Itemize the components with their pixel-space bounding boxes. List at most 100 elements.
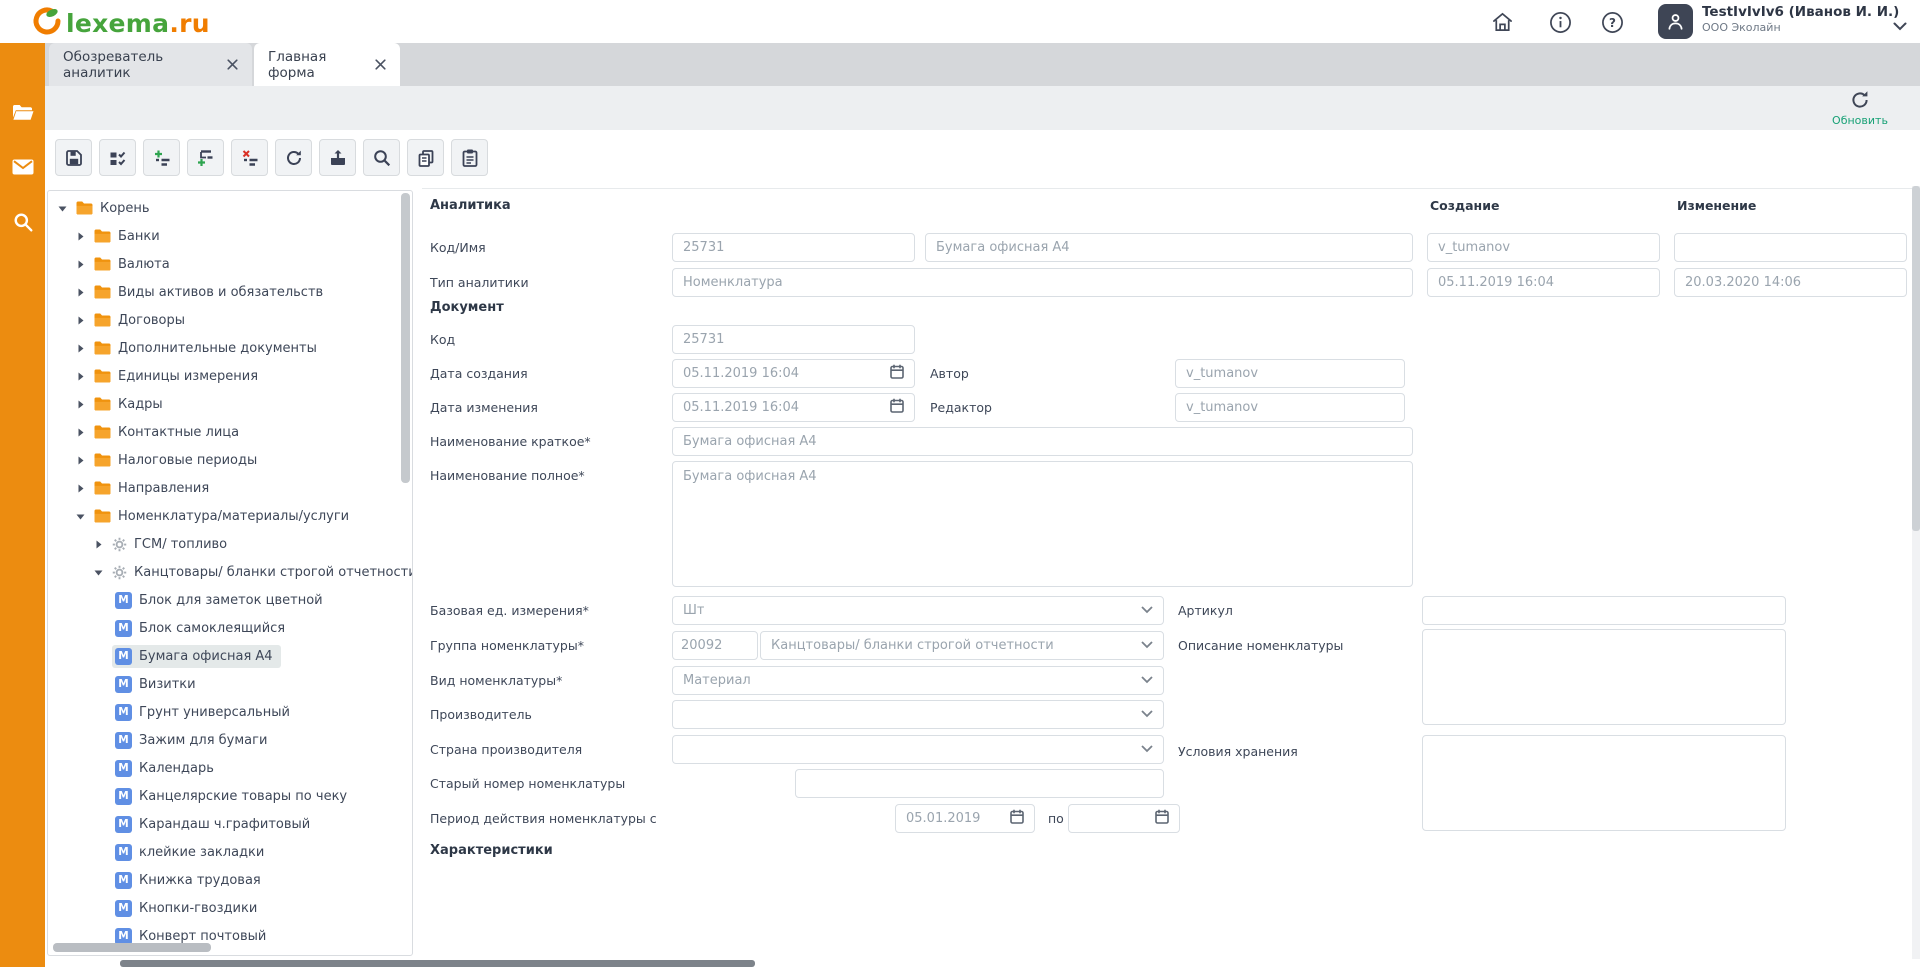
tree-item[interactable]: Кадры (48, 390, 400, 418)
date-created-input[interactable]: 05.11.2019 16:04 (672, 359, 915, 388)
form-vertical-scrollbar[interactable] (1912, 186, 1920, 959)
refresh-button[interactable] (275, 139, 312, 176)
chevron-collapsed-icon[interactable] (76, 288, 86, 297)
created-date-input[interactable]: 05.11.2019 16:04 (1427, 268, 1660, 297)
close-icon[interactable] (227, 59, 238, 70)
base-unit-select[interactable]: Шт (672, 596, 1164, 625)
tree-item[interactable]: МКарандаш ч.графитовый (48, 810, 400, 838)
info-icon[interactable] (1548, 10, 1572, 34)
select-elements-button[interactable] (99, 139, 136, 176)
page-horizontal-scrollbar[interactable] (120, 960, 755, 967)
tab-analytics-explorer[interactable]: Обозреватель аналитик (49, 43, 252, 86)
tree-item[interactable]: Направления (48, 474, 400, 502)
author-input[interactable]: v_tumanov (1175, 359, 1405, 388)
calendar-icon[interactable] (890, 398, 904, 417)
tab-main-form[interactable]: Главная форма (254, 43, 400, 86)
name-input[interactable]: Бумага офисная А4 (925, 233, 1413, 262)
lexema-logo[interactable]: lexema.ru (32, 6, 210, 40)
chevron-collapsed-icon[interactable] (76, 456, 86, 465)
tree-item[interactable]: МКнопки-гвоздики (48, 894, 400, 922)
analytics-type-input[interactable]: Номенклатура (672, 268, 1413, 297)
mail-icon[interactable] (11, 155, 35, 179)
user-avatar[interactable] (1658, 4, 1693, 39)
tree-item[interactable]: Корень (48, 194, 400, 222)
tree-item[interactable]: МБлок для заметок цветной (48, 586, 400, 614)
delete-element-button[interactable] (231, 139, 268, 176)
tree-item[interactable]: МКанцелярские товары по чеку (48, 782, 400, 810)
tree-item[interactable]: МБумага офисная А4 (48, 642, 400, 670)
chevron-collapsed-icon[interactable] (76, 260, 86, 269)
add-element-button[interactable] (143, 139, 180, 176)
import-button[interactable] (319, 139, 356, 176)
tree-item[interactable]: МБлок самоклеящийся (48, 614, 400, 642)
folder-icon (94, 257, 111, 271)
calendar-icon[interactable] (1155, 809, 1169, 828)
tree-horizontal-scrollbar[interactable] (53, 943, 211, 952)
tree-item[interactable]: Договоры (48, 306, 400, 334)
created-user-input[interactable]: v_tumanov (1427, 233, 1660, 262)
tree-item[interactable]: МЗажим для бумаги (48, 726, 400, 754)
storage-textarea[interactable] (1422, 735, 1786, 831)
help-icon[interactable]: ? (1600, 10, 1624, 34)
chevron-collapsed-icon[interactable] (76, 400, 86, 409)
tree-item[interactable]: МВизитки (48, 670, 400, 698)
chevron-collapsed-icon[interactable] (94, 540, 104, 549)
refresh-button[interactable]: Обновить (1822, 89, 1898, 127)
chevron-collapsed-icon[interactable] (76, 484, 86, 493)
country-select[interactable] (672, 735, 1164, 764)
home-icon[interactable] (1490, 10, 1514, 34)
group-select[interactable]: Канцтовары/ бланки строгой отчетности (760, 631, 1164, 660)
tree-item[interactable]: Валюта (48, 250, 400, 278)
search-button[interactable] (363, 139, 400, 176)
copy-button[interactable] (407, 139, 444, 176)
tree-item[interactable]: МКнижка трудовая (48, 866, 400, 894)
tree-item[interactable]: Номенклатура/материалы/услуги (48, 502, 400, 530)
old-number-input[interactable] (795, 769, 1164, 798)
chevron-collapsed-icon[interactable] (76, 232, 86, 241)
editor-input[interactable]: v_tumanov (1175, 393, 1405, 422)
paste-button[interactable] (451, 139, 488, 176)
modified-date-input[interactable]: 20.03.2020 14:06 (1674, 268, 1907, 297)
tree-item[interactable]: Контактные лица (48, 418, 400, 446)
tree-item[interactable]: Единицы измерения (48, 362, 400, 390)
group-code-input[interactable]: 20092 (672, 631, 758, 660)
user-menu[interactable]: TestIvIvIv6 (Иванов И. И.) ООО Эколайн (1702, 4, 1899, 35)
short-name-input[interactable]: Бумага офисная А4 (672, 427, 1413, 456)
article-input[interactable] (1422, 596, 1786, 625)
tree-item[interactable]: МГрунт универсальный (48, 698, 400, 726)
chevron-collapsed-icon[interactable] (76, 372, 86, 381)
chevron-expanded-icon[interactable] (76, 512, 86, 521)
folder-icon[interactable] (11, 100, 35, 124)
tree-item[interactable]: Дополнительные документы (48, 334, 400, 362)
tree-vertical-scrollbar[interactable] (401, 193, 410, 483)
tree-item[interactable]: Канцтовары/ бланки строгой отчетности (48, 558, 400, 586)
chevron-expanded-icon[interactable] (94, 568, 104, 577)
chevron-expanded-icon[interactable] (58, 204, 68, 213)
full-name-textarea[interactable]: Бумага офисная А4 (672, 461, 1413, 587)
tree-item[interactable]: Банки (48, 222, 400, 250)
chevron-collapsed-icon[interactable] (76, 344, 86, 353)
kind-select[interactable]: Материал (672, 666, 1164, 695)
tree-item[interactable]: Налоговые периоды (48, 446, 400, 474)
close-icon[interactable] (375, 59, 386, 70)
period-to-input[interactable] (1068, 804, 1180, 833)
tree-item[interactable]: МКалендарь (48, 754, 400, 782)
tree-item[interactable]: Виды активов и обязательств (48, 278, 400, 306)
calendar-icon[interactable] (890, 364, 904, 383)
period-from-input[interactable]: 05.01.2019 (895, 804, 1035, 833)
manufacturer-select[interactable] (672, 700, 1164, 729)
description-textarea[interactable] (1422, 629, 1786, 725)
add-child-element-button[interactable] (187, 139, 224, 176)
save-button[interactable] (55, 139, 92, 176)
code-input[interactable]: 25731 (672, 233, 915, 262)
search-icon[interactable] (11, 210, 35, 234)
calendar-icon[interactable] (1010, 809, 1024, 828)
chevron-collapsed-icon[interactable] (76, 428, 86, 437)
chevron-down-icon[interactable] (1893, 16, 1907, 35)
chevron-collapsed-icon[interactable] (76, 316, 86, 325)
date-modified-input[interactable]: 05.11.2019 16:04 (672, 393, 915, 422)
doc-code-input[interactable]: 25731 (672, 325, 915, 354)
tree-item[interactable]: Мклейкие закладки (48, 838, 400, 866)
tree-item[interactable]: ГСМ/ топливо (48, 530, 400, 558)
modified-user-input[interactable] (1674, 233, 1907, 262)
